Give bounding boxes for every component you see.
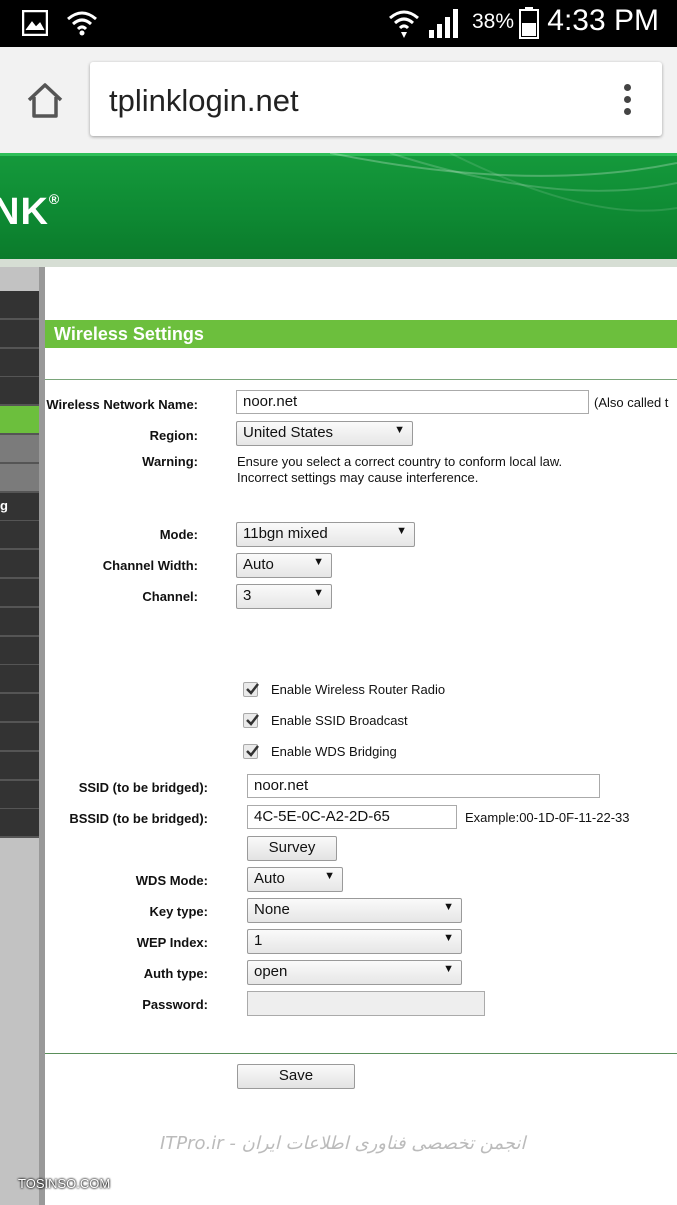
sidebar-item[interactable] [0,723,39,752]
network-name-input[interactable]: noor.net [236,390,589,414]
sidebar-item[interactable] [0,780,39,810]
chevron-down-icon: ▼ [443,901,454,913]
enable-ssid-broadcast-label: Enable SSID Broadcast [271,713,408,728]
tosinso-watermark: TOSINSO.COM [18,1176,111,1191]
divider-top [45,379,677,380]
divider-bottom [45,1053,677,1054]
itpro-watermark: ITPro.ir - انجمن تخصصی فناوری اطلاعات ای… [160,1133,526,1154]
channel-select[interactable]: 3 ▼ [236,584,332,609]
enable-ssid-broadcast-checkbox[interactable] [243,713,259,728]
chevron-down-icon: ▼ [443,963,454,975]
auth-type-select[interactable]: open ▼ [247,960,462,985]
wep-index-select[interactable]: 1 ▼ [247,929,462,954]
key-type-select[interactable]: None ▼ [247,898,462,923]
chevron-down-icon: ▼ [443,932,454,944]
router-banner: NK® [0,153,677,261]
settings-content: Wireless Settings Wireless Network Name:… [45,267,677,1205]
sidebar-item[interactable] [0,377,39,407]
network-name-label: Wireless Network Name: [46,397,198,412]
sidebar-menu: g [0,267,45,1205]
gallery-icon [22,10,48,36]
save-button[interactable]: Save [237,1064,355,1089]
auth-type-label: Auth type: [143,966,208,981]
enable-radio-label: Enable Wireless Router Radio [271,682,446,697]
clock: 4:33 PM [547,4,659,37]
chevron-down-icon: ▼ [394,424,405,436]
channel-label: Channel: [142,589,198,604]
bssid-bridged-input[interactable]: 4C-5E-0C-A2-2D-65 [247,805,457,829]
wds-mode-label: WDS Mode: [135,873,208,888]
password-input[interactable] [247,991,485,1016]
battery-percent: 38% [472,10,515,33]
sidebar-item[interactable] [0,521,39,551]
mode-label: Mode: [159,527,198,542]
wifi-icon [389,10,419,38]
region-label: Region: [149,428,198,443]
cell-signal-icon [429,9,458,38]
enable-wds-label: Enable WDS Bridging [271,744,397,759]
checkmark-icon [246,714,259,726]
warning-text-2: Incorrect settings may cause interferenc… [237,470,479,485]
survey-button[interactable]: Survey [247,836,337,861]
sidebar-item[interactable] [0,809,39,839]
network-name-note: (Also called t [594,395,669,410]
chevron-down-icon: ▼ [324,870,335,882]
sidebar-item[interactable] [0,636,39,666]
chevron-down-icon: ▼ [396,525,407,537]
bssid-example: Example:00-1D-0F-11-22-33 [465,810,630,825]
region-select[interactable]: United States ▼ [236,421,413,446]
banner-swoosh [330,153,677,212]
bssid-bridged-label: BSSID (to be bridged): [69,811,208,826]
sidebar-item[interactable] [0,751,39,781]
sidebar-item[interactable] [0,694,39,724]
sidebar-item[interactable] [0,406,39,436]
sidebar-item[interactable] [0,435,39,464]
sidebar-item[interactable] [0,579,39,608]
checkmark-icon [246,745,259,757]
chevron-down-icon: ▼ [313,587,324,599]
password-label: Password: [142,997,208,1012]
sidebar-item[interactable] [0,348,39,378]
sidebar-item[interactable] [0,550,39,580]
overflow-menu-icon[interactable] [624,84,632,116]
url-text[interactable]: tplinklogin.net [109,83,299,119]
sidebar-item[interactable] [0,607,39,637]
mode-select[interactable]: 11bgn mixed ▼ [236,522,415,547]
section-header: Wireless Settings [45,320,677,348]
checkmark-icon [246,683,259,695]
sidebar-item[interactable] [0,665,39,695]
battery-icon [519,7,539,39]
key-type-label: Key type: [149,904,208,919]
page-title: Wireless Settings [54,324,204,344]
sidebar-item[interactable] [0,319,39,349]
status-bar: 38% 4:33 PM [0,0,677,47]
brand-logo: NK® [0,191,61,233]
sidebar-item[interactable] [0,463,39,493]
ssid-bridged-input[interactable]: noor.net [247,774,600,798]
wep-index-label: WEP Index: [136,935,208,950]
chevron-down-icon: ▼ [313,556,324,568]
browser-toolbar: tplinklogin.net [0,47,677,153]
enable-wds-checkbox[interactable] [243,744,259,759]
channel-width-label: Channel Width: [102,558,198,573]
channel-width-select[interactable]: Auto ▼ [236,553,332,578]
wds-mode-select[interactable]: Auto ▼ [247,867,343,892]
address-bar[interactable]: tplinklogin.net [90,62,662,136]
home-icon[interactable] [24,80,66,122]
enable-radio-checkbox[interactable] [243,682,259,697]
sidebar-item[interactable] [0,291,39,320]
warning-text-1: Ensure you select a correct country to c… [237,454,563,469]
wifi-calling-icon [67,11,97,36]
sidebar-item-label: g [0,497,8,513]
warning-label: Warning: [142,454,198,469]
ssid-bridged-label: SSID (to be bridged): [78,780,208,795]
sidebar-item[interactable]: g [0,492,39,522]
